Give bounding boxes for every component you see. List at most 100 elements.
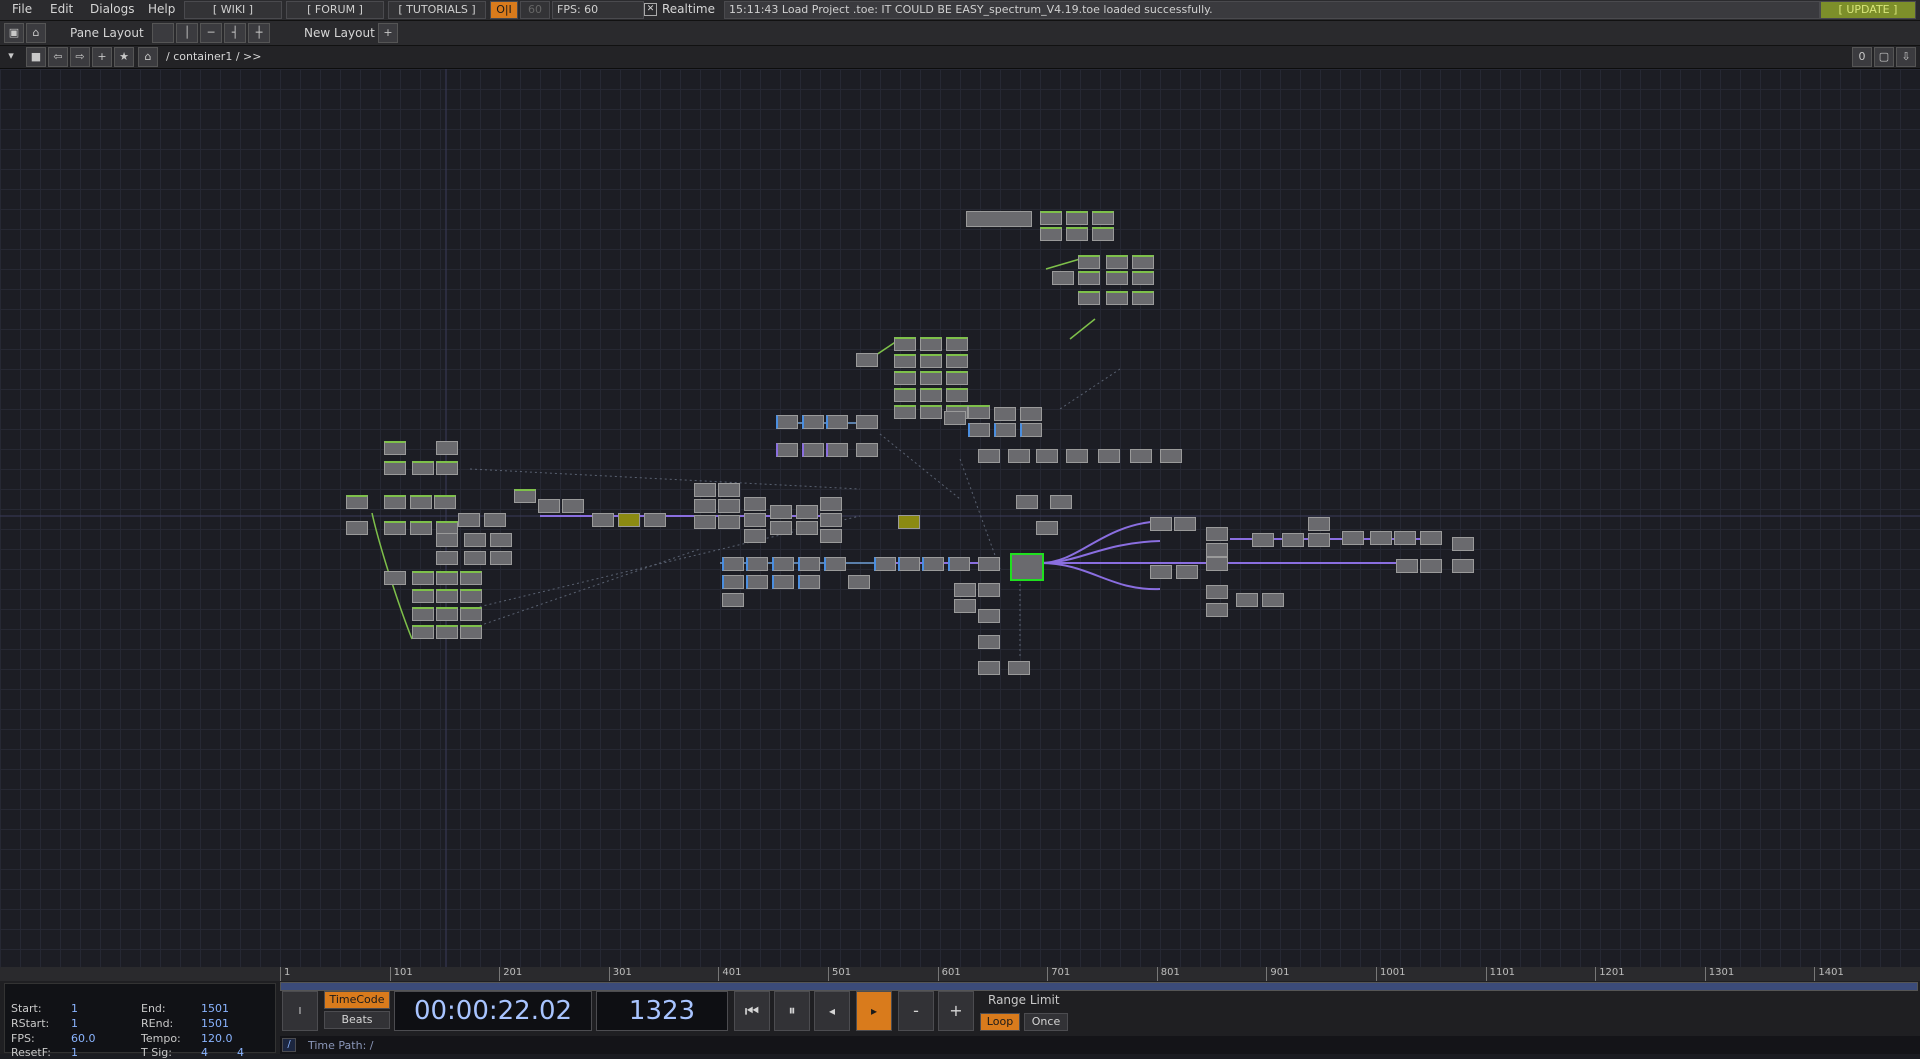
network-node[interactable] bbox=[434, 495, 456, 509]
chevron-down-icon[interactable]: ▾ bbox=[2, 47, 20, 65]
network-node[interactable] bbox=[944, 411, 966, 425]
path-breadcrumb[interactable]: / container1 / >> bbox=[166, 50, 261, 63]
network-node[interactable] bbox=[894, 371, 916, 385]
fps-value[interactable]: 60.0 bbox=[71, 1032, 96, 1045]
network-node[interactable] bbox=[1262, 593, 1284, 607]
network-node[interactable] bbox=[1106, 255, 1128, 269]
network-node[interactable] bbox=[460, 589, 482, 603]
network-node[interactable] bbox=[1020, 407, 1042, 421]
network-node[interactable] bbox=[920, 388, 942, 402]
network-node[interactable] bbox=[776, 415, 798, 429]
network-node[interactable] bbox=[1206, 543, 1228, 557]
network-node[interactable] bbox=[820, 513, 842, 527]
network-node[interactable] bbox=[920, 337, 942, 351]
oi-button[interactable]: O|I bbox=[490, 1, 518, 19]
timeline-toggle-icon[interactable]: I bbox=[282, 991, 318, 1031]
speed-up-button[interactable]: + bbox=[938, 991, 974, 1031]
network-node[interactable] bbox=[770, 505, 792, 519]
network-node[interactable] bbox=[694, 499, 716, 513]
network-node[interactable] bbox=[458, 513, 480, 527]
network-node[interactable] bbox=[436, 551, 458, 565]
network-node[interactable] bbox=[562, 499, 584, 513]
network-node[interactable] bbox=[1206, 557, 1228, 571]
network-node[interactable] bbox=[410, 495, 432, 509]
network-node[interactable] bbox=[994, 423, 1016, 437]
network-node[interactable] bbox=[948, 557, 970, 571]
network-node[interactable] bbox=[460, 571, 482, 585]
network-node[interactable] bbox=[856, 353, 878, 367]
network-node[interactable] bbox=[770, 521, 792, 535]
network-node[interactable] bbox=[798, 557, 820, 571]
network-node[interactable] bbox=[1078, 291, 1100, 305]
network-node[interactable] bbox=[772, 557, 794, 571]
menu-dialogs[interactable]: Dialogs bbox=[90, 2, 134, 16]
add-layout-button[interactable]: + bbox=[378, 23, 398, 43]
network-node[interactable] bbox=[1106, 291, 1128, 305]
network-node[interactable] bbox=[460, 607, 482, 621]
network-node[interactable] bbox=[994, 407, 1016, 421]
network-node[interactable] bbox=[1394, 531, 1416, 545]
network-node[interactable] bbox=[824, 557, 846, 571]
network-node[interactable] bbox=[746, 557, 768, 571]
network-node[interactable] bbox=[894, 337, 916, 351]
timecode-display[interactable]: 00:00:22.02 bbox=[394, 991, 592, 1031]
forward-icon[interactable]: ⇨ bbox=[70, 47, 90, 67]
end-value[interactable]: 1501 bbox=[201, 1002, 229, 1015]
network-node[interactable] bbox=[484, 513, 506, 527]
network-node[interactable] bbox=[1078, 255, 1100, 269]
network-node[interactable] bbox=[722, 575, 744, 589]
network-node[interactable] bbox=[384, 521, 406, 535]
network-node[interactable] bbox=[1150, 565, 1172, 579]
network-node[interactable] bbox=[802, 443, 824, 457]
network-node[interactable] bbox=[718, 483, 740, 497]
network-node[interactable] bbox=[826, 415, 848, 429]
network-node[interactable] bbox=[856, 443, 878, 457]
network-node[interactable] bbox=[1050, 495, 1072, 509]
network-node[interactable] bbox=[946, 371, 968, 385]
network-node[interactable] bbox=[1066, 227, 1088, 241]
network-node[interactable] bbox=[718, 499, 740, 513]
realtime-checkbox[interactable]: ✕ bbox=[644, 3, 657, 16]
network-node[interactable] bbox=[1066, 449, 1088, 463]
forum-button[interactable]: [ FORUM ] bbox=[286, 1, 384, 19]
network-node[interactable] bbox=[618, 513, 640, 527]
network-node[interactable] bbox=[1420, 531, 1442, 545]
selected-node[interactable] bbox=[1010, 553, 1044, 581]
network-node[interactable] bbox=[920, 354, 942, 368]
rstart-value[interactable]: 1 bbox=[71, 1017, 78, 1030]
network-node[interactable] bbox=[1098, 449, 1120, 463]
network-node[interactable] bbox=[718, 515, 740, 529]
network-node[interactable] bbox=[1008, 449, 1030, 463]
network-node[interactable] bbox=[384, 441, 406, 455]
step-back-icon[interactable]: ◂ bbox=[814, 991, 850, 1031]
fps-cap-field[interactable]: 60 bbox=[520, 1, 550, 19]
resetf-value[interactable]: 1 bbox=[71, 1046, 78, 1059]
network-node[interactable] bbox=[1078, 271, 1100, 285]
network-node[interactable] bbox=[1308, 517, 1330, 531]
download-icon[interactable]: ⇩ bbox=[1896, 47, 1916, 67]
network-node[interactable] bbox=[346, 495, 368, 509]
network-node[interactable] bbox=[1040, 211, 1062, 225]
network-node[interactable] bbox=[922, 557, 944, 571]
play-icon[interactable]: ▸ bbox=[856, 991, 892, 1031]
network-node[interactable] bbox=[978, 557, 1000, 571]
network-node[interactable] bbox=[1206, 527, 1228, 541]
network-node[interactable] bbox=[796, 505, 818, 519]
network-node[interactable] bbox=[694, 483, 716, 497]
beats-toggle[interactable]: Beats bbox=[324, 1011, 390, 1029]
network-node[interactable] bbox=[966, 211, 1032, 227]
pause-icon[interactable]: ⏸ bbox=[774, 991, 810, 1031]
network-node[interactable] bbox=[412, 607, 434, 621]
add-icon[interactable]: + bbox=[92, 47, 112, 67]
network-view-icon[interactable]: ▣ bbox=[4, 23, 24, 43]
network-node[interactable] bbox=[1452, 559, 1474, 573]
start-value[interactable]: 1 bbox=[71, 1002, 78, 1015]
network-node[interactable] bbox=[1160, 449, 1182, 463]
network-node[interactable] bbox=[954, 599, 976, 613]
network-node[interactable] bbox=[978, 583, 1000, 597]
network-node[interactable] bbox=[1036, 449, 1058, 463]
network-node[interactable] bbox=[436, 461, 458, 475]
timepath-root-button[interactable]: / bbox=[282, 1038, 296, 1052]
network-node[interactable] bbox=[694, 515, 716, 529]
network-node[interactable] bbox=[1236, 593, 1258, 607]
